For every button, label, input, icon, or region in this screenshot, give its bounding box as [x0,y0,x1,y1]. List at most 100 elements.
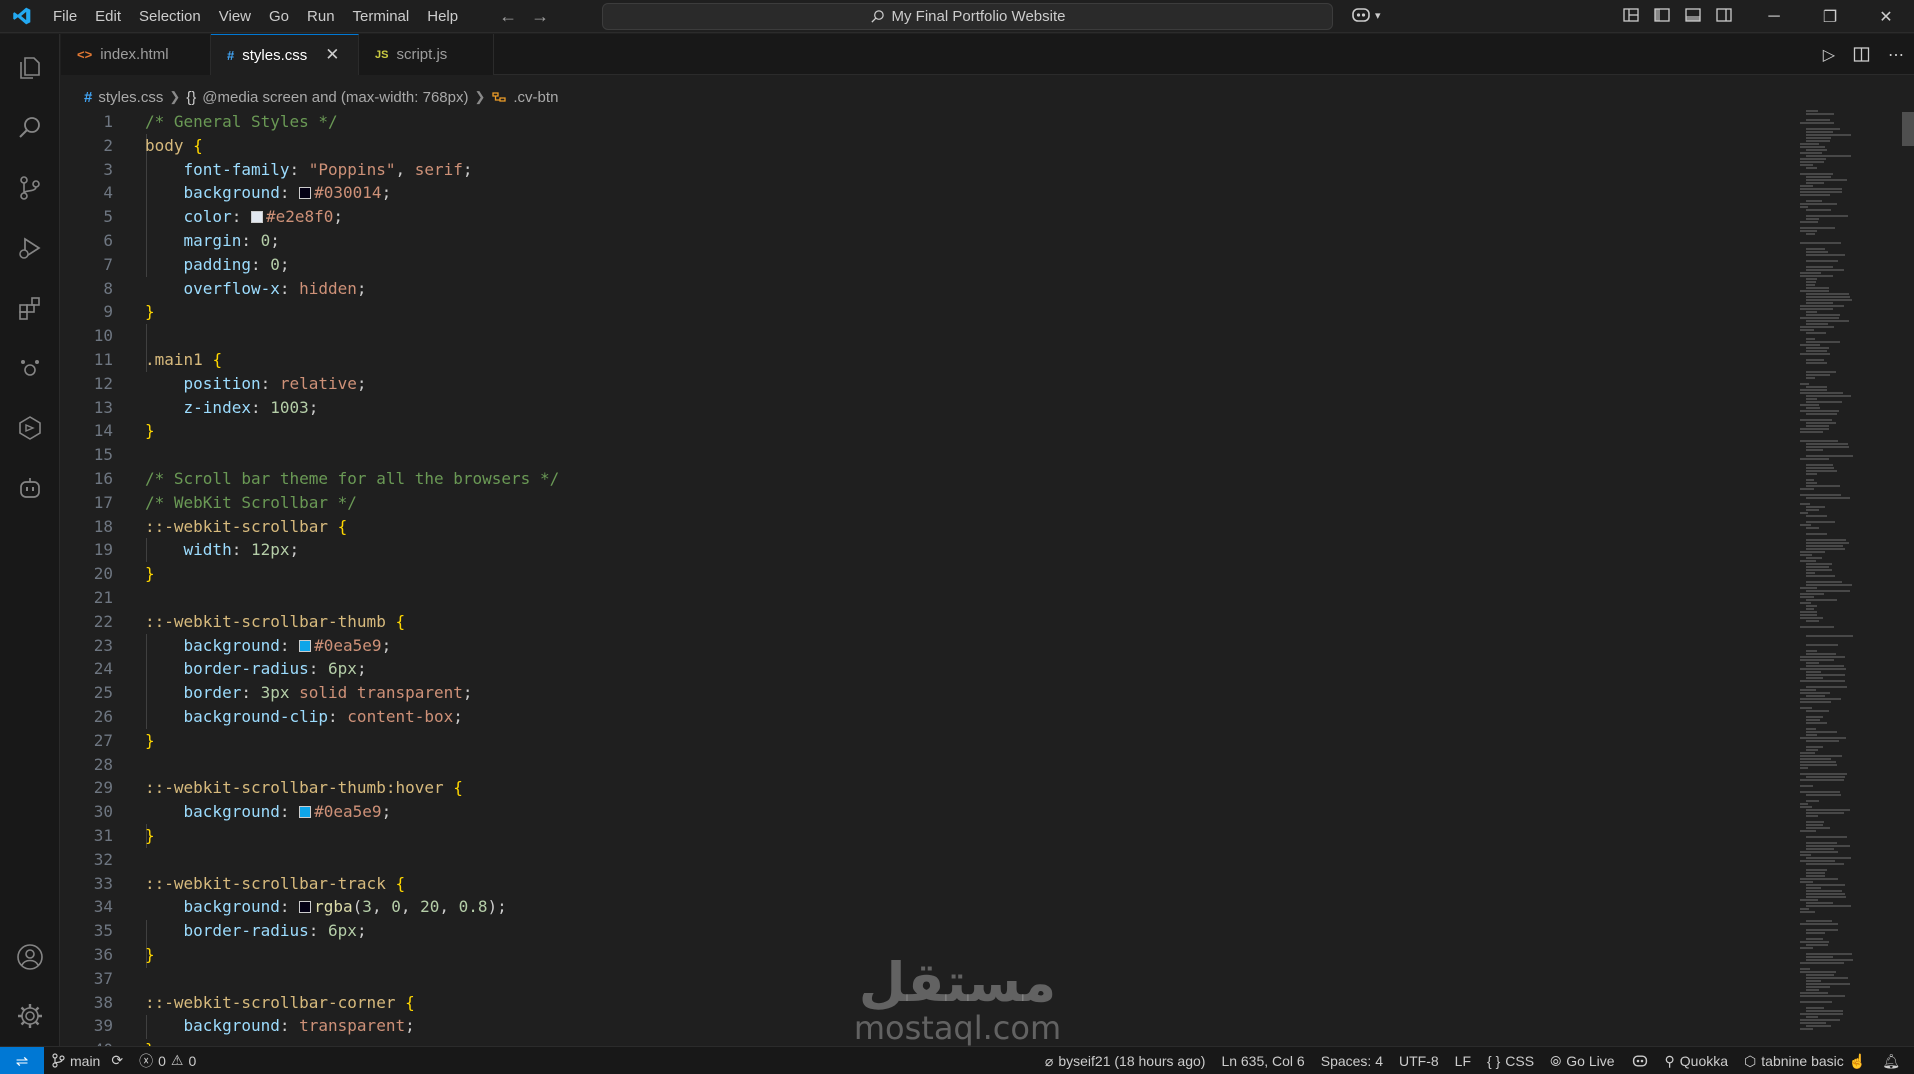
back-arrow-icon[interactable]: ← [499,6,517,27]
toggle-panel-icon[interactable] [1684,6,1702,24]
code-line[interactable]: 24 border-radius: 6px; [61,657,1761,681]
code-line[interactable]: 8 overflow-x: hidden; [61,277,1761,301]
extensions-icon[interactable] [0,284,60,332]
indentation[interactable]: Spaces: 4 [1313,1053,1391,1069]
accounts-icon[interactable] [0,933,60,981]
run-debug-icon[interactable] [0,224,60,272]
code-line[interactable]: 13 z-index: 1003; [61,396,1761,420]
remote-indicator-icon[interactable]: ⇌ [0,1046,44,1074]
code-line[interactable]: 23 background: #0ea5e9; [61,634,1761,658]
code-line[interactable]: 22::-webkit-scrollbar-thumb { [61,610,1761,634]
broadcast-icon: ⦾ [1550,1052,1562,1069]
code-line[interactable]: 6 margin: 0; [61,229,1761,253]
git-blame[interactable]: ⌀ byseif21 (18 hours ago) [1037,1053,1214,1070]
minimize-icon[interactable]: ─ [1746,0,1802,33]
quokka-icon[interactable] [0,344,60,392]
restore-icon[interactable]: ❐ [1802,0,1858,33]
menu-view[interactable]: View [210,0,260,33]
code-line[interactable]: 18::-webkit-scrollbar { [61,515,1761,539]
notifications-bell-icon[interactable]: 🔔︎ [1874,1053,1914,1070]
color-swatch[interactable] [299,806,312,819]
color-swatch[interactable] [299,639,312,652]
title-bar: File Edit Selection View Go Run Terminal… [0,0,1914,33]
close-tab-icon[interactable]: ✕ [325,45,339,65]
forward-arrow-icon[interactable]: → [531,6,549,27]
code-line[interactable]: 11 .main1 { [61,348,1761,372]
line-number: 4 [103,183,113,203]
code-line[interactable]: 32 [61,848,1761,872]
code-line[interactable]: 16 /* Scroll bar theme for all the browse… [61,467,1761,491]
end-of-line[interactable]: LF [1447,1053,1479,1069]
problems-indicator[interactable]: ⓧ 0 ⚠ 0 [131,1051,204,1071]
explorer-icon[interactable] [0,44,60,92]
quokka-status[interactable]: ⚲ Quokka [1657,1053,1737,1070]
menu-file[interactable]: File [44,0,86,33]
code-editor[interactable]: 1 /* General Styles */ 2 body {3 font-famil… [61,110,1791,1046]
copilot-status[interactable] [1623,1053,1657,1069]
menu-go[interactable]: Go [260,0,298,33]
code-line[interactable]: 4 background: #030014; [61,181,1761,205]
code-line[interactable]: 14} [61,419,1761,443]
code-line[interactable]: 34 background: rgba(3, 0, 20, 0.8); [61,895,1761,919]
search-sidebar-icon[interactable] [0,104,60,152]
code-line[interactable]: 7 padding: 0; [61,253,1761,277]
code-line[interactable]: 15 [61,443,1761,467]
toggle-primary-sidebar-icon[interactable] [1653,6,1671,24]
code-line[interactable]: 31} [61,824,1761,848]
tab-styles-css[interactable]: # styles.css ✕ [211,34,359,75]
code-line[interactable]: 27} [61,729,1761,753]
code-line[interactable]: 3 font-family: "Poppins", serif; [61,158,1761,182]
code-line[interactable]: 9} [61,300,1761,324]
breadcrumb-media[interactable]: @media screen and (max-width: 768px) [202,89,468,106]
remote-explorer-icon[interactable] [0,404,60,452]
cursor-position[interactable]: Ln 635, Col 6 [1213,1053,1312,1069]
settings-gear-icon[interactable] [0,992,60,1040]
code-line[interactable]: 35 border-radius: 6px; [61,919,1761,943]
color-swatch[interactable] [299,901,312,914]
source-control-icon[interactable] [0,164,60,212]
command-center[interactable]: My Final Portfolio Website [602,3,1333,30]
code-line[interactable]: 12 position: relative; [61,372,1761,396]
tab-script-js[interactable]: JS script.js [359,34,494,75]
code-line[interactable]: 2 body { [61,134,1761,158]
menu-run[interactable]: Run [298,0,344,33]
sync-icon[interactable]: ⟳ [111,1052,123,1069]
menu-terminal[interactable]: Terminal [344,0,419,33]
code-line[interactable]: 29::-webkit-scrollbar-thumb:hover { [61,776,1761,800]
menu-edit[interactable]: Edit [86,0,130,33]
code-line[interactable]: 10 [61,324,1761,348]
copilot-button[interactable]: ▾ [1350,5,1381,25]
menu-help[interactable]: Help [418,0,467,33]
breadcrumb-class[interactable]: .cv-btn [513,89,558,106]
more-actions-icon[interactable]: ⋯ [1888,45,1904,65]
code-line[interactable]: 19 width: 12px; [61,538,1761,562]
menu-selection[interactable]: Selection [130,0,210,33]
branch-indicator[interactable]: main ⟳ [44,1052,131,1069]
code-line[interactable]: 26 background-clip: content-box; [61,705,1761,729]
code-line[interactable]: 17 /* WebKit Scrollbar */ [61,491,1761,515]
code-line[interactable]: 21 [61,586,1761,610]
vertical-scrollbar[interactable] [1902,112,1914,146]
code-line[interactable]: 28 [61,753,1761,777]
tab-index-html[interactable]: <> index.html [61,34,211,75]
code-line[interactable]: 20} [61,562,1761,586]
code-line[interactable]: 33::-webkit-scrollbar-track { [61,872,1761,896]
toggle-secondary-sidebar-icon[interactable] [1715,6,1733,24]
minimap[interactable] [1790,110,1900,1046]
split-editor-icon[interactable] [1853,46,1870,63]
tabnine-status[interactable]: ⬡ tabnine basic ☝ [1736,1053,1874,1070]
run-file-icon[interactable]: ▷ [1823,45,1835,65]
code-line[interactable]: 25 border: 3px solid transparent; [61,681,1761,705]
color-swatch[interactable] [250,211,263,224]
color-swatch[interactable] [299,187,312,200]
code-line[interactable]: 30 background: #0ea5e9; [61,800,1761,824]
go-live-button[interactable]: ⦾ Go Live [1542,1053,1622,1070]
code-line[interactable]: 5 color: #e2e8f0; [61,205,1761,229]
language-mode[interactable]: { } CSS [1479,1053,1542,1069]
customize-layout-icon[interactable] [1622,6,1640,24]
breadcrumb-file[interactable]: styles.css [98,89,163,106]
close-window-icon[interactable]: ✕ [1858,0,1914,33]
code-line[interactable]: 1 /* General Styles */ [61,110,1761,134]
chat-bot-icon[interactable] [0,464,60,512]
encoding[interactable]: UTF-8 [1391,1053,1447,1069]
